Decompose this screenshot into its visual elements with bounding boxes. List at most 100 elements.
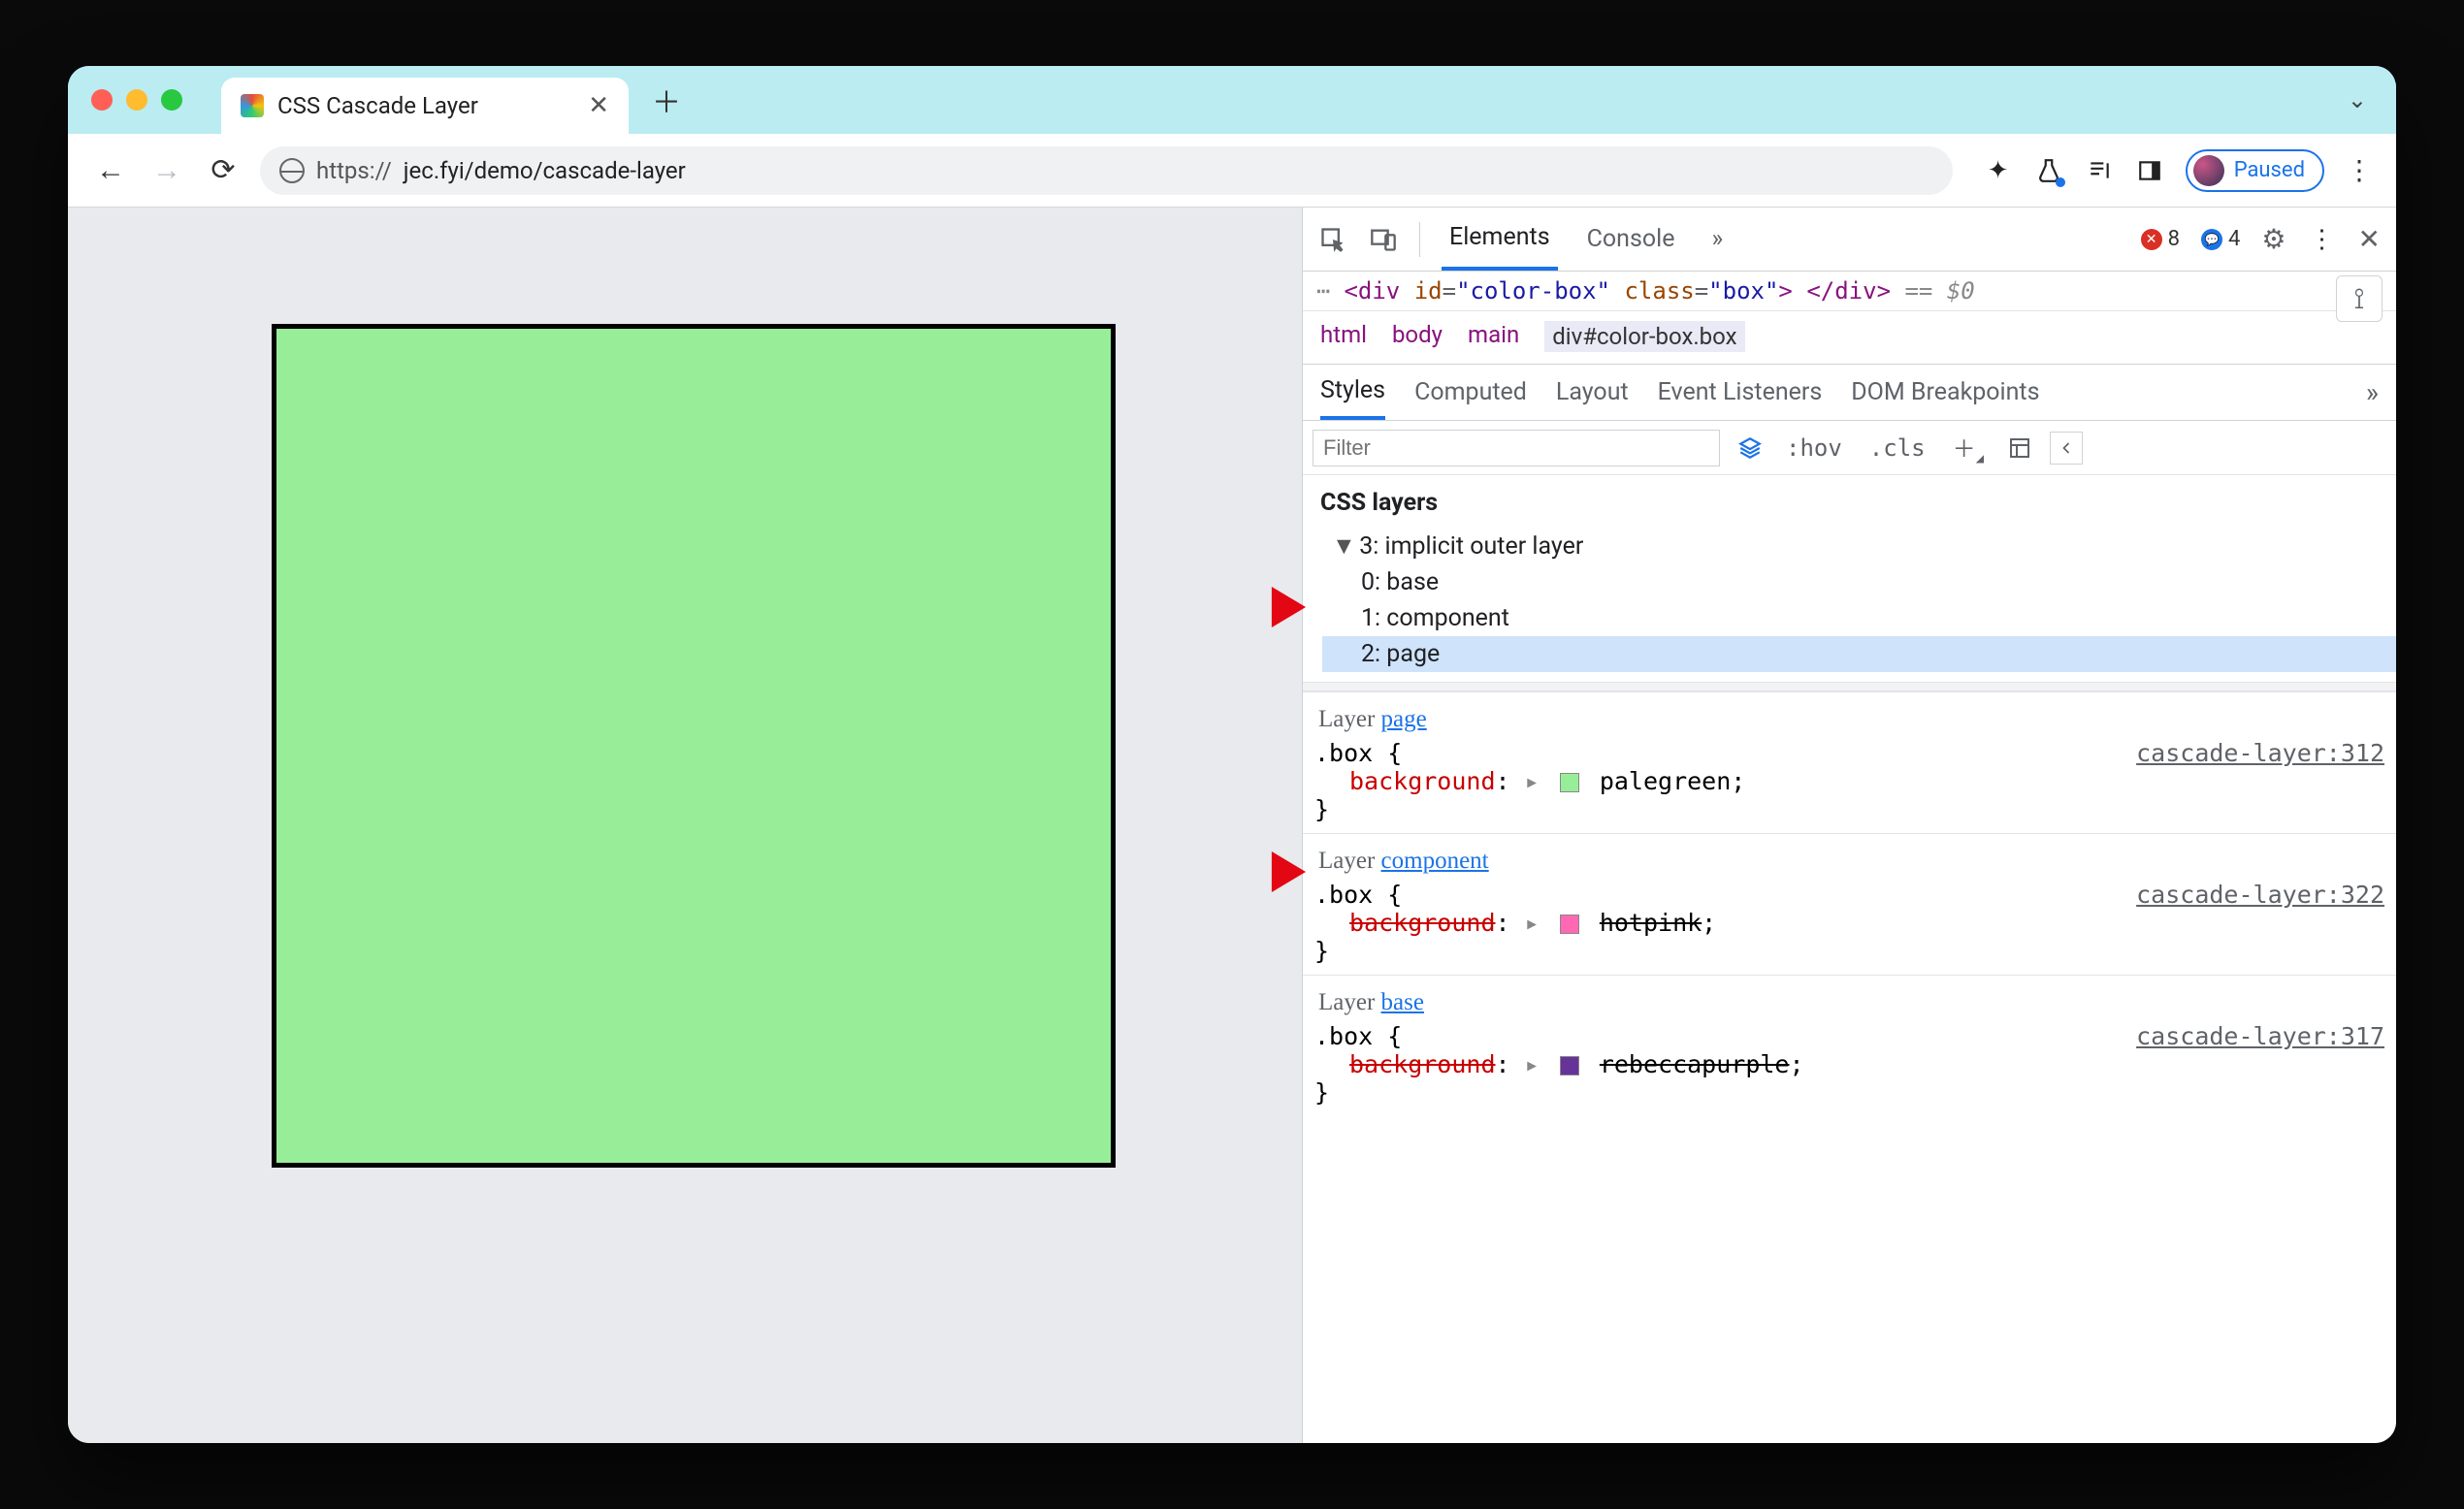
extensions-icon[interactable]: ✦ [1984, 156, 2013, 185]
layer-link[interactable]: component [1381, 848, 1489, 874]
subtab-computed[interactable]: Computed [1414, 365, 1527, 420]
device-toolbar-icon[interactable] [1369, 225, 1398, 254]
crumb-body[interactable]: body [1392, 321, 1443, 352]
annotation-arrow-icon [1230, 843, 1306, 901]
devtools-menu-button[interactable]: ⋮ [2308, 225, 2337, 254]
divider [1303, 682, 2396, 691]
reading-list-icon[interactable] [2085, 156, 2114, 185]
profile-paused-pill[interactable]: Paused [2186, 149, 2324, 192]
styles-filter-row: :hov .cls ＋◢ [1303, 421, 2396, 475]
devtools-panel: Elements Console » ✕ 8 💬 4 ⚙ ⋮ ✕ ⋯ [1302, 208, 2396, 1443]
new-style-rule-button[interactable]: ＋◢ [1947, 430, 1990, 466]
layer-link[interactable]: base [1381, 989, 1424, 1015]
rule-source-link[interactable]: cascade-layer:312 [2136, 739, 2384, 767]
style-rule-block: Layer component .box { cascade-layer:322… [1303, 833, 2396, 975]
accessibility-icon[interactable]: ⟟ [2336, 275, 2383, 322]
css-property-value: hotpink [1600, 909, 1702, 937]
minimize-window-button[interactable] [126, 89, 147, 111]
cls-toggle[interactable]: .cls [1864, 434, 1931, 462]
layer-tree-item-selected[interactable]: 2: page [1322, 636, 2396, 672]
styles-filter-input[interactable] [1313, 430, 1720, 466]
expand-shorthand-icon[interactable]: ▸ [1525, 1050, 1540, 1078]
tab-elements[interactable]: Elements [1442, 208, 1558, 271]
expand-shorthand-icon[interactable]: ▸ [1525, 909, 1540, 937]
side-panel-icon[interactable] [2135, 156, 2164, 185]
style-rule-block: Layer page .box { cascade-layer:312 back… [1303, 691, 2396, 833]
settings-icon[interactable]: ⚙ [2261, 223, 2286, 255]
hov-toggle[interactable]: :hov [1780, 434, 1848, 462]
error-icon: ✕ [2141, 229, 2162, 250]
layer-link[interactable]: page [1381, 706, 1427, 732]
color-swatch-icon[interactable] [1560, 1056, 1579, 1076]
rule-selector[interactable]: .box { [1314, 739, 1402, 767]
rule-source-link[interactable]: cascade-layer:317 [2136, 1022, 2384, 1050]
error-count-badge[interactable]: ✕ 8 [2141, 227, 2180, 251]
layer-tree-item[interactable]: 1: component [1322, 600, 2396, 636]
favicon-icon [241, 94, 264, 117]
css-property-row[interactable]: background: ▸ palegreen; [1314, 767, 2384, 795]
crumb-selected[interactable]: div#color-box.box [1544, 321, 1744, 352]
rule-close-brace: } [1314, 795, 2384, 823]
labs-icon[interactable] [2034, 156, 2063, 185]
info-icon: 💬 [2201, 229, 2222, 250]
css-property-row[interactable]: background: ▸ hotpink; [1314, 909, 2384, 937]
css-property-value: rebeccapurple [1600, 1050, 1790, 1078]
color-swatch-icon[interactable] [1560, 915, 1579, 934]
subtab-layout[interactable]: Layout [1556, 365, 1629, 420]
layers-toggle-icon[interactable] [1735, 433, 1765, 463]
rule-selector[interactable]: .box { [1314, 881, 1402, 909]
css-property-value: palegreen [1600, 767, 1731, 795]
css-property-name: background [1349, 909, 1496, 937]
forward-button[interactable]: → [147, 153, 186, 187]
subtab-styles[interactable]: Styles [1320, 365, 1385, 420]
layer-tree-item[interactable]: 0: base [1322, 564, 2396, 600]
style-rule-block: Layer base .box { cascade-layer:317 back… [1303, 975, 2396, 1116]
subtab-overflow-button[interactable]: » [2366, 376, 2379, 408]
ellipsis-icon: ⋯ [1316, 277, 1330, 305]
close-tab-button[interactable]: ✕ [588, 91, 609, 120]
css-layers-tree: ▼ 3: implicit outer layer 0: base 1: com… [1303, 523, 2396, 682]
close-devtools-button[interactable]: ✕ [2358, 223, 2381, 255]
site-info-icon[interactable] [279, 158, 305, 183]
crumb-main[interactable]: main [1468, 321, 1519, 352]
css-property-row[interactable]: background: ▸ rebeccapurple; [1314, 1050, 2384, 1078]
reload-button[interactable]: ⟳ [204, 153, 243, 187]
new-tab-button[interactable]: ＋ [648, 81, 685, 118]
toggle-sidebar-icon[interactable] [2050, 432, 2083, 465]
color-swatch-icon[interactable] [1560, 773, 1579, 792]
subtab-dom-breakpoints[interactable]: DOM Breakpoints [1851, 365, 2039, 420]
close-window-button[interactable] [91, 89, 113, 111]
url-scheme: https:// [316, 157, 392, 184]
styles-subtabs: Styles Computed Layout Event Listeners D… [1303, 365, 2396, 421]
error-count: 8 [2168, 227, 2180, 251]
avatar-icon [2193, 155, 2224, 186]
page-viewport [68, 208, 1302, 1443]
src-tag-open: <div [1344, 277, 1400, 305]
computed-styles-icon[interactable] [2005, 433, 2034, 463]
tab-overflow-button[interactable]: ⌄ [2348, 86, 2367, 113]
subtab-event-listeners[interactable]: Event Listeners [1658, 365, 1823, 420]
maximize-window-button[interactable] [161, 89, 182, 111]
back-button[interactable]: ← [91, 153, 130, 187]
elements-source-row[interactable]: ⋯ <div id="color-box" class="box"> </div… [1303, 272, 2396, 311]
tab-title: CSS Cascade Layer [277, 92, 478, 119]
browser-tab[interactable]: CSS Cascade Layer ✕ [221, 78, 629, 134]
info-count-badge[interactable]: 💬 4 [2201, 227, 2240, 251]
window-controls [91, 89, 182, 111]
chrome-menu-button[interactable]: ⋮ [2346, 154, 2373, 186]
inspect-element-icon[interactable] [1318, 225, 1347, 254]
crumb-html[interactable]: html [1320, 321, 1367, 352]
address-bar[interactable]: https://jec.fyi/demo/cascade-layer [260, 146, 1953, 195]
src-val-id: "color-box" [1456, 277, 1610, 305]
src-tag-close: > </div> [1778, 277, 1891, 305]
layer-label: Layer component [1314, 842, 2384, 881]
expand-shorthand-icon[interactable]: ▸ [1525, 767, 1540, 795]
tab-overflow-button[interactable]: » [1703, 208, 1731, 271]
src-attr-id: id [1414, 277, 1443, 305]
src-attr-class: class [1624, 277, 1694, 305]
layer-tree-parent[interactable]: ▼ 3: implicit outer layer [1322, 529, 2396, 564]
rule-source-link[interactable]: cascade-layer:322 [2136, 881, 2384, 909]
styles-pane: CSS layers ▼ 3: implicit outer layer 0: … [1303, 475, 2396, 1443]
rule-selector[interactable]: .box { [1314, 1022, 1402, 1050]
tab-console[interactable]: Console [1579, 208, 1683, 271]
